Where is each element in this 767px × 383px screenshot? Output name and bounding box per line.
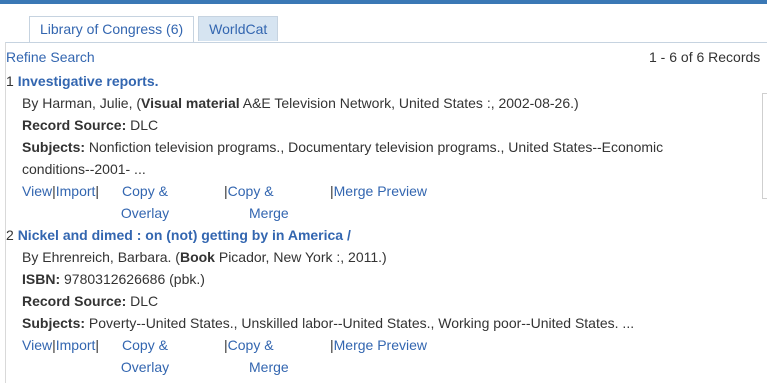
separator: | xyxy=(95,337,100,353)
copy-merge-link[interactable]: |Copy & xyxy=(224,180,274,202)
result-record: 1 Investigative reports. By Harman, Juli… xyxy=(6,70,758,224)
scrollbar-thumb[interactable]: ⋮ xyxy=(762,93,767,199)
byline-suffix: Picador, New York :, 2011.) xyxy=(214,249,387,265)
subjects-label: Subjects: xyxy=(22,139,86,155)
isbn-value: 9780312626686 (pbk.) xyxy=(60,271,205,287)
record-source-value: DLC xyxy=(126,293,159,309)
merge-preview-label: Merge Preview xyxy=(333,337,428,353)
separator: | xyxy=(95,183,100,199)
record-byline: By Harman, Julie, (Visual material A&E T… xyxy=(6,92,758,114)
material-type: Book xyxy=(179,249,215,265)
merge-preview-label: Merge Preview xyxy=(333,183,428,199)
record-subjects: Subjects: Nonfiction television programs… xyxy=(6,136,758,158)
record-isbn: ISBN: 9780312626686 (pbk.) xyxy=(6,268,758,290)
record-header: 1 Investigative reports. xyxy=(6,70,758,92)
isbn-label: ISBN: xyxy=(22,271,61,287)
copy-merge-link-line2[interactable]: Merge xyxy=(249,202,289,224)
record-source-label: Record Source: xyxy=(22,117,127,133)
record-title-link[interactable]: Nickel and dimed : on (not) getting by i… xyxy=(18,227,351,243)
record-number: 1 xyxy=(6,73,14,89)
record-source-label: Record Source: xyxy=(22,293,127,309)
copy-overlay-line2: Overlay xyxy=(120,205,170,221)
record-number: 2 xyxy=(6,227,14,243)
copy-overlay-link[interactable]: Copy & Overlay xyxy=(114,180,176,224)
record-subjects-continued: conditions--2001- ... xyxy=(22,161,146,177)
record-byline: By Ehrenreich, Barbara. (Book Picador, N… xyxy=(6,246,758,268)
copy-overlay-line2: Overlay xyxy=(120,359,170,375)
byline-prefix: By Harman, Julie, ( xyxy=(22,95,142,111)
view-link[interactable]: View xyxy=(22,337,52,353)
refine-search-link[interactable]: Refine Search xyxy=(6,49,95,65)
tab-library-of-congress[interactable]: Library of Congress (6) xyxy=(29,16,195,43)
import-link[interactable]: Import xyxy=(56,183,96,199)
results-panel: Refine Search 1 - 6 of 6 Records ⋮ 1 Inv… xyxy=(5,42,767,383)
record-header: 2 Nickel and dimed : on (not) getting by… xyxy=(6,224,758,246)
record-count: 1 - 6 of 6 Records xyxy=(649,49,761,65)
results-list: 1 Investigative reports. By Harman, Juli… xyxy=(6,70,758,378)
result-record: 2 Nickel and dimed : on (not) getting by… xyxy=(6,224,758,378)
record-source: Record Source: DLC xyxy=(6,290,758,312)
record-title-link[interactable]: Investigative reports. xyxy=(18,73,159,89)
top-accent-bar xyxy=(0,0,767,4)
record-actions: View|Import| Copy & Overlay |Copy & Merge… xyxy=(6,334,758,378)
action-group: View|Import| xyxy=(22,334,99,356)
record-subjects: Subjects: Poverty--United States., Unski… xyxy=(6,312,758,334)
copy-merge-line1: Copy & xyxy=(227,337,274,353)
subjects-value: Nonfiction television programs., Documen… xyxy=(85,139,664,155)
view-link[interactable]: View xyxy=(22,183,52,199)
source-tabs: Library of Congress (6) WorldCat xyxy=(29,16,282,43)
record-source: Record Source: DLC xyxy=(6,114,758,136)
record-source-value: DLC xyxy=(126,117,159,133)
copy-overlay-link[interactable]: Copy & Overlay xyxy=(114,334,176,378)
copy-merge-link-line2[interactable]: Merge xyxy=(249,356,289,378)
merge-preview-link[interactable]: |Merge Preview xyxy=(330,180,427,202)
byline-prefix: By Ehrenreich, Barbara. ( xyxy=(22,249,180,265)
subjects-value: Poverty--United States., Unskilled labor… xyxy=(85,315,635,331)
record-actions: View|Import| Copy & Overlay |Copy & Merge… xyxy=(6,180,758,224)
tab-worldcat[interactable]: WorldCat xyxy=(198,16,279,41)
action-group: View|Import| xyxy=(22,180,99,202)
copy-merge-line1: Copy & xyxy=(227,183,274,199)
copy-merge-link[interactable]: |Copy & xyxy=(224,334,274,356)
import-link[interactable]: Import xyxy=(56,337,96,353)
copy-overlay-line1: Copy & xyxy=(122,183,168,199)
byline-suffix: A&E Television Network, United States :,… xyxy=(239,95,579,111)
copy-overlay-line1: Copy & xyxy=(122,337,168,353)
material-type: Visual material xyxy=(141,95,240,111)
subjects-label: Subjects: xyxy=(22,315,86,331)
merge-preview-link[interactable]: |Merge Preview xyxy=(330,334,427,356)
